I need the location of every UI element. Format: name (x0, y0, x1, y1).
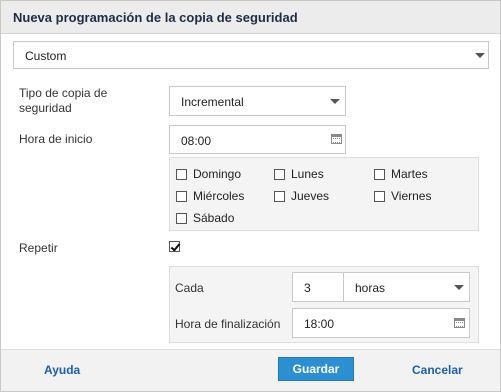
start-time-label: Hora de inicio (19, 132, 93, 146)
every-value: 3 (304, 281, 311, 295)
chevron-down-icon (454, 285, 464, 290)
day-label: Miércoles (193, 189, 245, 203)
weekday-panel: Domingo Lunes Martes Miércoles Jueves Vi… (169, 157, 479, 231)
day-label: Martes (391, 167, 428, 181)
checkbox-icon[interactable] (374, 190, 385, 202)
day-label: Sábado (193, 211, 235, 225)
day-checkbox-lunes[interactable]: Lunes (274, 167, 324, 181)
checkbox-icon[interactable] (176, 168, 187, 180)
checkbox-icon[interactable] (176, 212, 187, 224)
save-button[interactable]: Guardar (278, 357, 354, 381)
day-checkbox-viernes[interactable]: Viernes (374, 189, 431, 203)
dialog-title-bar: Nueva programación de la copia de seguri… (1, 1, 500, 34)
day-label: Domingo (193, 167, 242, 181)
start-time-value: 08:00 (181, 134, 212, 148)
end-time-label: Hora de finalización (175, 317, 281, 331)
day-checkbox-miercoles[interactable]: Miércoles (176, 189, 244, 203)
schedule-preset-value: Custom (25, 49, 67, 63)
repeat-label: Repetir (19, 241, 58, 255)
backup-type-value: Incremental (181, 95, 244, 109)
day-checkbox-domingo[interactable]: Domingo (176, 167, 241, 181)
chevron-down-icon (330, 99, 340, 104)
day-label: Lunes (291, 167, 324, 181)
schedule-preset-select[interactable]: Custom (13, 41, 489, 69)
chevron-down-icon (475, 53, 485, 58)
day-checkbox-jueves[interactable]: Jueves (274, 189, 329, 203)
every-label: Cada (175, 281, 204, 295)
backup-type-label: Tipo de copia de seguridad (19, 86, 108, 115)
end-time-value: 18:00 (304, 317, 335, 331)
backup-schedule-dialog: Nueva programación de la copia de seguri… (0, 0, 501, 392)
start-time-input[interactable]: 08:00 (169, 125, 346, 154)
every-unit-select[interactable]: horas (343, 272, 470, 302)
backup-type-select[interactable]: Incremental (169, 86, 346, 116)
day-checkbox-sabado[interactable]: Sábado (176, 211, 234, 225)
help-link[interactable]: Ayuda (44, 363, 80, 377)
day-checkbox-martes[interactable]: Martes (374, 167, 428, 181)
dialog-title: Nueva programación de la copia de seguri… (13, 10, 298, 25)
checkbox-icon[interactable] (176, 190, 187, 202)
cancel-link[interactable]: Cancelar (412, 363, 463, 377)
checkbox-icon[interactable] (274, 190, 285, 202)
repeat-panel: Cada 3 horas Hora de finalización 18:00 (169, 266, 479, 343)
every-unit-value: horas (355, 281, 386, 295)
calendar-icon[interactable] (331, 134, 342, 144)
every-value-input[interactable]: 3 (292, 272, 344, 302)
checkbox-icon[interactable] (274, 168, 285, 180)
repeat-checkbox[interactable] (169, 241, 180, 252)
end-time-input[interactable]: 18:00 (292, 308, 470, 338)
calendar-icon[interactable] (454, 318, 465, 328)
day-label: Jueves (291, 189, 330, 203)
day-label: Viernes (391, 189, 432, 203)
checkbox-icon[interactable] (374, 168, 385, 180)
